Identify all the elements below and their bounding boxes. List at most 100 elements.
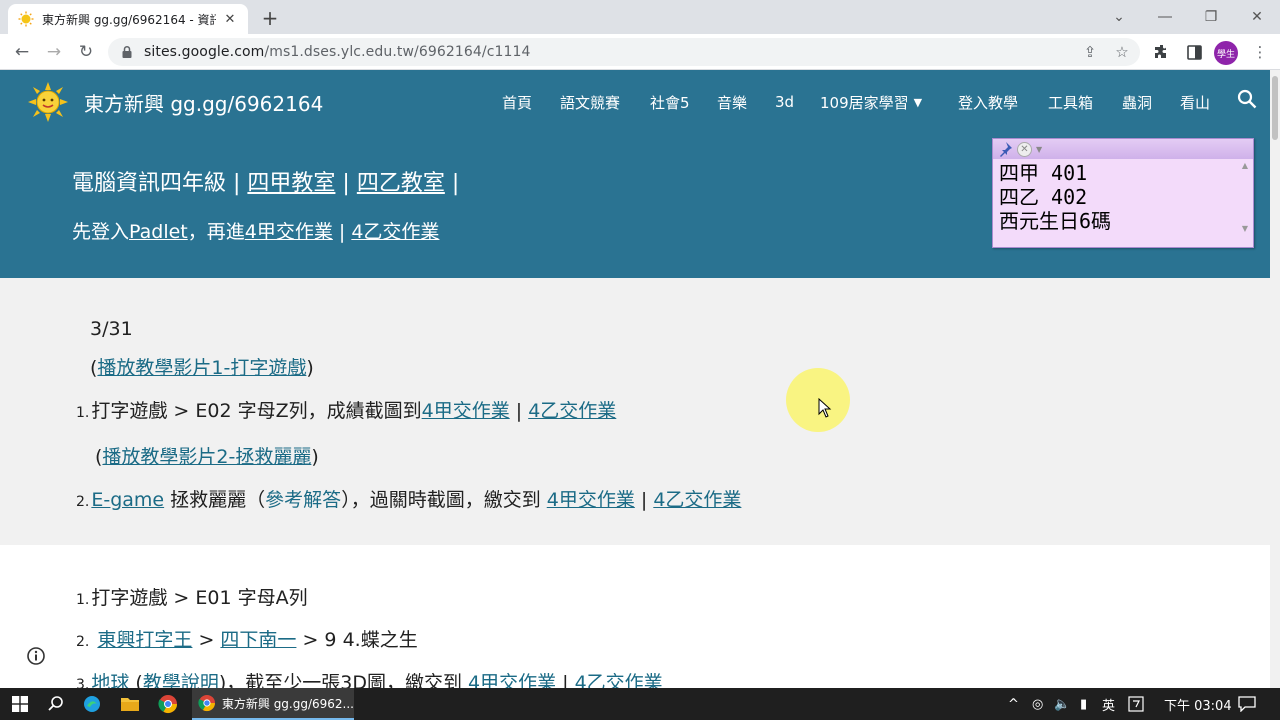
nav-item-social-5[interactable]: 社會5 (650, 90, 690, 114)
bookmark-star-icon[interactable]: ☆ (1108, 38, 1136, 66)
banner-homework-links: 先登入Padlet，再進4甲交作業 | 4乙交作業 (72, 217, 439, 244)
more-menu-icon[interactable]: ⋮ (1246, 38, 1274, 66)
side-panel-icon[interactable] (1180, 38, 1208, 66)
url-host: sites.google.com (144, 44, 265, 60)
nav-item-home-learning[interactable]: 109居家學習 ▼ (820, 90, 922, 114)
separator: > (192, 629, 221, 651)
homework-4a-link[interactable]: 4甲交作業 (547, 489, 635, 511)
browser-toolbar: ← → ↻ sites.google.com/ms1.dses.ylc.edu.… (0, 34, 1280, 70)
ime-language-indicator[interactable]: 英 (1102, 688, 1115, 720)
extensions-puzzle-icon[interactable] (1148, 38, 1176, 66)
scroll-up-icon[interactable]: ▲ (1239, 161, 1251, 170)
banner-grade-label: 電腦資訊四年級 | (72, 171, 248, 196)
scroll-down-icon[interactable]: ▼ (1239, 224, 1251, 233)
restore-icon[interactable]: ❐ (1188, 0, 1234, 34)
separator: | (335, 171, 357, 196)
sticky-scrollbar[interactable]: ▲ ▼ (1239, 161, 1251, 245)
volume-icon[interactable]: 🔈 (1054, 688, 1070, 720)
video-1-link[interactable]: 播放教學影片1-打字遊戲 (97, 357, 306, 379)
nav-item-wormhole[interactable]: 蟲洞 (1122, 90, 1152, 114)
site-title[interactable]: 東方新興 gg.gg/6962164 (84, 88, 323, 117)
search-icon[interactable] (1236, 88, 1258, 110)
list-item: 1. 打字遊戲 > E01 字母A列 (76, 583, 308, 610)
list-item: 3. 地球 (教學說明)，截至少一張3D圖，繳交到 4甲交作業 | 4乙交作業 (76, 668, 663, 688)
tutorial-link[interactable]: 教學說明 (143, 672, 219, 688)
browser-tab-active[interactable]: 東方新興 gg.gg/6962164 - 資訊 ✕ (8, 4, 248, 34)
tab-strip: 東方新興 gg.gg/6962164 - 資訊 ✕ + ⌄ ― ❐ ✕ (0, 0, 1280, 34)
taskbar-window-title: 東方新興 gg.gg/6962... (221, 696, 354, 711)
info-icon[interactable] (26, 646, 46, 666)
typing-king-link[interactable]: 東興打字王 (97, 629, 192, 651)
sticky-note-window[interactable]: ✕ ▼ 四甲 401 四乙 402 西元生日6碼 ▲ ▼ (992, 138, 1254, 248)
lesson-section-previous: 1. 打字遊戲 > E01 字母A列 2. 東興打字王 > 四下南一 > 9 4.… (0, 545, 1270, 688)
edge-browser-icon[interactable] (80, 692, 104, 716)
reference-answer-link[interactable]: 參考解答 (265, 489, 341, 511)
profile-avatar[interactable]: 學生 (1214, 41, 1238, 65)
dropdown-arrow-icon[interactable]: ▼ (1036, 145, 1042, 154)
page-scrollbar[interactable] (1270, 70, 1280, 688)
paren: ) (311, 446, 319, 468)
notification-icon[interactable] (1238, 688, 1256, 720)
forward-arrow-icon[interactable]: → (40, 38, 68, 66)
sticky-note-titlebar[interactable]: ✕ ▼ (993, 139, 1253, 159)
window-close-icon[interactable]: ✕ (1234, 0, 1280, 34)
close-icon[interactable]: ✕ (1017, 141, 1032, 157)
back-arrow-icon[interactable]: ← (8, 38, 36, 66)
homework-4a-link[interactable]: 4甲交作業 (245, 221, 333, 243)
nav-item-home[interactable]: 首頁 (502, 90, 532, 114)
reload-icon[interactable]: ↻ (72, 38, 100, 66)
banner-class-links: 電腦資訊四年級 | 四甲教室 | 四乙教室 | (72, 165, 459, 197)
share-icon[interactable]: ⇪ (1076, 38, 1104, 66)
nanyi-4b-link[interactable]: 四下南一 (220, 629, 296, 651)
minimize-icon[interactable]: ― (1142, 0, 1188, 34)
padlet-link[interactable]: Padlet (129, 221, 188, 243)
tab-close-icon[interactable]: ✕ (222, 11, 238, 27)
list-number: 2. (76, 634, 90, 650)
microphone-icon[interactable]: ▮ (1080, 688, 1087, 720)
sticky-line: 四乙 402 (999, 185, 1088, 209)
video-2-link[interactable]: 播放教學影片2-拯救麗麗 (102, 446, 311, 468)
egame-link[interactable]: E-game (91, 489, 164, 511)
chrome-icon[interactable] (156, 692, 180, 716)
separator: | (556, 672, 575, 688)
clock[interactable]: 下午 03:04 (1164, 688, 1232, 720)
earth-link[interactable]: 地球 (91, 672, 129, 688)
nav-item-login-guide[interactable]: 登入教學 (958, 90, 1018, 114)
egame-task-text: 拯救麗麗（ (164, 489, 266, 511)
nav-item-mountain[interactable]: 看山 (1180, 90, 1210, 114)
file-explorer-icon[interactable] (118, 692, 142, 716)
new-tab-button[interactable]: + (258, 6, 282, 30)
sun-logo-icon[interactable] (28, 82, 68, 122)
homework-4b-link[interactable]: 4乙交作業 (575, 672, 663, 688)
homework-4a-link[interactable]: 4甲交作業 (468, 672, 556, 688)
taskbar-chrome-window[interactable]: 東方新興 gg.gg/6962... (192, 688, 354, 720)
homework-4b-link[interactable]: 4乙交作業 (351, 221, 439, 243)
class-4a-link[interactable]: 四甲教室 (247, 171, 335, 196)
sticky-line: 四甲 401 (999, 161, 1088, 185)
class-4b-link[interactable]: 四乙教室 (357, 171, 445, 196)
separator: | (634, 489, 654, 511)
nav-item-language-contest[interactable]: 語文競賽 (560, 90, 620, 114)
nav-item-3d[interactable]: 3d (775, 90, 794, 114)
mouse-pointer-icon (818, 398, 832, 418)
url-path: /ms1.dses.ylc.edu.tw/6962164/c1114 (264, 44, 531, 60)
tab-search-icon[interactable]: ⌄ (1096, 0, 1142, 34)
show-hidden-icons[interactable]: ^ (1008, 688, 1019, 720)
banner-login-prefix: 先登入 (72, 221, 130, 243)
nav-item-toolbox[interactable]: 工具箱 (1048, 90, 1093, 114)
ime-mode-icon[interactable] (1128, 688, 1144, 720)
sticky-note-text[interactable]: 四甲 401 四乙 402 西元生日6碼 (993, 159, 1253, 235)
scrollbar-thumb[interactable] (1272, 76, 1278, 140)
address-bar[interactable]: sites.google.com/ms1.dses.ylc.edu.tw/696… (108, 38, 1140, 66)
mouse-icon[interactable]: ◎ (1032, 688, 1043, 720)
list-item: 2. 東興打字王 > 四下南一 > 9 4.蝶之生 (76, 625, 418, 652)
windows-start-icon[interactable] (8, 692, 32, 716)
lesson-path-text: > 9 4.蝶之生 (296, 629, 418, 651)
homework-4b-link[interactable]: 4乙交作業 (653, 489, 741, 511)
nav-item-music[interactable]: 音樂 (717, 90, 747, 114)
homework-4b-link[interactable]: 4乙交作業 (528, 400, 616, 422)
homework-4a-link[interactable]: 4甲交作業 (422, 400, 510, 422)
lesson-date: 3/31 (90, 318, 133, 340)
search-icon[interactable] (44, 692, 68, 716)
pushpin-icon[interactable] (997, 141, 1013, 157)
